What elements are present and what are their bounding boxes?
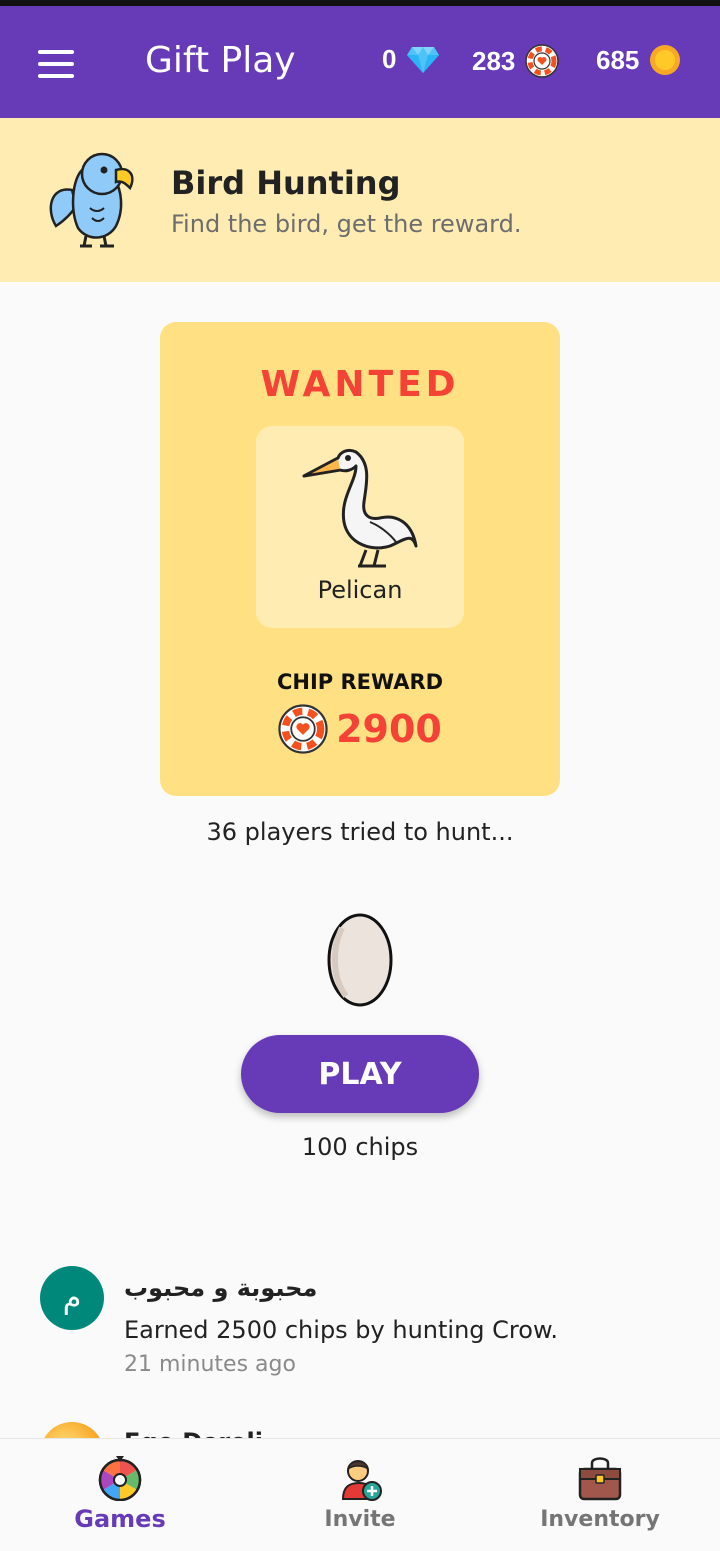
gems-value: 0 [382,44,397,74]
chip-reward-label: CHIP REWARD [276,670,444,694]
game-header: Bird Hunting Find the bird, get the rewa… [0,118,720,282]
pelican-icon [302,448,418,568]
nav-item-inventory[interactable]: Inventory [480,1439,720,1551]
chip-icon [525,44,560,78]
coins-value: 685 [596,44,640,75]
chip-icon [278,704,328,754]
avatar: م [40,1266,104,1330]
bag-icon [578,1457,622,1501]
players-tried-text: 36 players tried to hunt... [206,818,514,846]
play-button[interactable]: PLAY [241,1035,479,1113]
hamburger-menu-icon[interactable] [30,42,82,82]
chip-reward-value: 2900 [336,707,442,751]
bottom-navigation: Games Invite Inventory [0,1438,720,1551]
game-subtitle: Find the bird, get the reward. [171,210,522,238]
feed-time: 21 minutes ago [124,1352,296,1377]
app-title: Gift Play [145,40,296,81]
nav-item-invite[interactable]: Invite [240,1439,480,1551]
nav-item-games[interactable]: Games [0,1439,240,1551]
parrot-icon [49,152,134,248]
nav-label-games: Games [74,1505,166,1533]
chips-value: 283 [472,45,516,76]
nav-label-inventory: Inventory [540,1507,660,1532]
nav-label-invite: Invite [324,1507,396,1532]
coin-icon [650,45,681,75]
gems-balance[interactable]: 0 [382,44,440,75]
chip-reward-row: 2900 [160,704,560,754]
feed-user-name: محبوبة و محبوب [124,1274,318,1302]
feed-message: Earned 2500 chips by hunting Crow. [124,1316,558,1344]
chips-balance[interactable]: 283 [472,44,560,78]
app-bar: Gift Play 0 283 685 [0,6,720,118]
play-cost: 100 chips [301,1133,419,1161]
wanted-bird-name: Pelican [317,576,403,604]
invite-user-icon [341,1460,382,1501]
diamond-icon [407,46,440,73]
wanted-bird-box: Pelican [256,426,464,628]
wheel-icon [98,1456,142,1501]
feed-item: م محبوبة و محبوب Earned 2500 chips by hu… [0,1266,720,1396]
game-title: Bird Hunting [171,164,401,202]
wanted-card: WANTED Pelican CHIP REWARD 2900 [160,322,560,796]
egg-icon [327,913,393,1007]
wanted-label: WANTED [260,364,460,405]
coins-balance[interactable]: 685 [596,44,681,76]
